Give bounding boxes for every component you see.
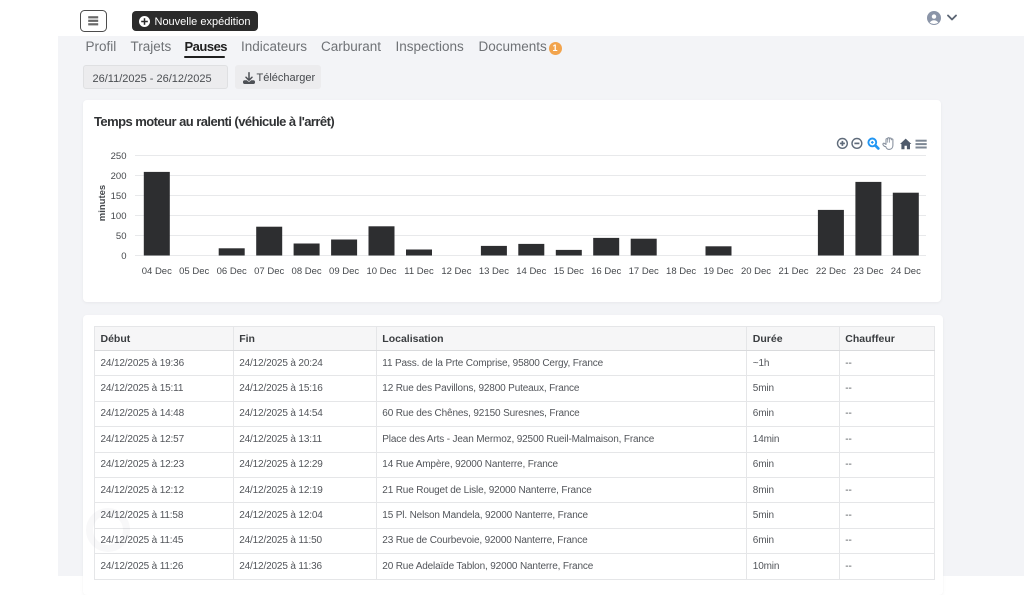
svg-text:0: 0 (121, 251, 126, 262)
svg-text:50: 50 (116, 231, 127, 242)
svg-text:minutes: minutes (97, 185, 108, 221)
svg-text:20 Dec: 20 Dec (741, 266, 771, 277)
svg-text:17 Dec: 17 Dec (629, 266, 659, 277)
svg-text:250: 250 (111, 151, 127, 162)
svg-text:05 Dec: 05 Dec (179, 266, 209, 277)
svg-text:200: 200 (111, 171, 127, 182)
svg-text:11 Dec: 11 Dec (404, 266, 434, 277)
svg-text:08 Dec: 08 Dec (292, 266, 322, 277)
svg-text:16 Dec: 16 Dec (591, 266, 621, 277)
svg-text:100: 100 (111, 211, 127, 222)
svg-text:150: 150 (111, 191, 127, 202)
svg-text:07 Dec: 07 Dec (254, 266, 284, 277)
svg-text:13 Dec: 13 Dec (479, 266, 509, 277)
svg-text:12 Dec: 12 Dec (441, 266, 471, 277)
svg-text:06 Dec: 06 Dec (217, 266, 247, 277)
svg-text:23 Dec: 23 Dec (853, 266, 883, 277)
svg-text:04 Dec: 04 Dec (142, 266, 172, 277)
svg-text:22 Dec: 22 Dec (816, 266, 846, 277)
svg-text:10 Dec: 10 Dec (366, 266, 396, 277)
svg-text:14 Dec: 14 Dec (516, 266, 546, 277)
svg-text:09 Dec: 09 Dec (329, 266, 359, 277)
svg-text:15 Dec: 15 Dec (554, 266, 584, 277)
svg-text:24 Dec: 24 Dec (891, 266, 921, 277)
svg-text:18 Dec: 18 Dec (666, 266, 696, 277)
svg-text:19 Dec: 19 Dec (703, 266, 733, 277)
svg-text:21 Dec: 21 Dec (778, 266, 808, 277)
